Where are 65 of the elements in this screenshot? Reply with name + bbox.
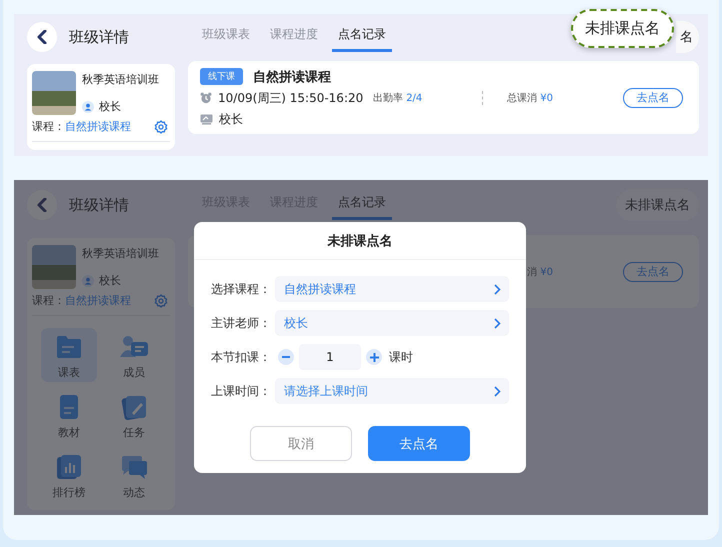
field-label: 本节扣课： xyxy=(211,348,272,366)
teacher-name: 校长 xyxy=(99,273,121,288)
unscheduled-rollcall-button[interactable]: 名 xyxy=(676,21,699,53)
attendance-text: 出勤率 2/4 xyxy=(373,92,424,105)
back-icon xyxy=(37,30,47,44)
select-field[interactable]: 请选择上课时间 xyxy=(275,378,509,404)
select-field[interactable]: 校长 xyxy=(275,310,509,336)
nav-item[interactable]: 课表 xyxy=(41,328,97,382)
quantity-field[interactable]: 1 xyxy=(299,344,361,370)
nav-item[interactable]: 成员 xyxy=(106,328,162,382)
highlight-callout[interactable]: 未排课点名 xyxy=(571,9,674,48)
person-icon xyxy=(82,274,94,286)
nav-item[interactable]: 动态 xyxy=(106,448,162,502)
cancel-button[interactable]: 取消 xyxy=(250,426,352,461)
course-label: 课程： xyxy=(32,119,65,134)
page-title: 班级详情 xyxy=(69,196,129,214)
course-link[interactable]: 自然拼读课程 xyxy=(65,293,131,308)
dialog-title: 未排课点名 xyxy=(194,222,526,260)
board-icon xyxy=(200,114,213,124)
folder-icon xyxy=(54,333,84,361)
class-name: 秋季英语培训班 xyxy=(82,72,159,87)
nav-item[interactable]: 排行榜 xyxy=(41,448,97,502)
consumption-text: 消 ¥0 xyxy=(527,266,553,278)
plus-button[interactable] xyxy=(366,349,382,365)
class-time: 10/09(周三) 15:50-16:20 xyxy=(218,90,364,106)
field-label: 上课时间： xyxy=(211,382,272,400)
page-title: 班级详情 xyxy=(69,28,129,46)
back-button[interactable] xyxy=(27,22,57,52)
class-name: 秋季英语培训班 xyxy=(82,246,159,261)
chevron-right-icon xyxy=(494,386,501,396)
plus-icon xyxy=(370,352,378,362)
person-icon xyxy=(82,100,94,112)
chevron-right-icon xyxy=(494,318,501,328)
confirm-button[interactable]: 去点名 xyxy=(368,426,470,461)
nav-item[interactable]: 教材 xyxy=(41,388,97,442)
teacher-name: 校长 xyxy=(99,99,121,114)
minus-icon xyxy=(282,356,290,358)
tab[interactable]: 班级课表 xyxy=(202,22,250,52)
field-label: 主讲老师： xyxy=(211,314,272,332)
minus-button[interactable] xyxy=(278,349,294,365)
tab[interactable]: 课程进度 xyxy=(270,22,318,52)
photo-placeholder xyxy=(32,71,76,115)
notebook-icon xyxy=(119,393,149,421)
back-icon xyxy=(37,198,47,212)
rollcall-button[interactable]: 去点名 xyxy=(623,262,683,282)
chat-icon xyxy=(119,453,149,481)
select-field[interactable]: 自然拼读课程 xyxy=(275,276,509,302)
chevron-right-icon xyxy=(494,284,501,294)
course-title: 自然拼读课程 xyxy=(253,68,331,86)
consumption-text: 总课消 ¥0 xyxy=(507,92,553,105)
unit-label: 课时 xyxy=(389,348,413,366)
course-label: 课程： xyxy=(32,293,65,308)
settings-icon[interactable] xyxy=(154,294,168,308)
chart-icon xyxy=(54,453,84,481)
tab[interactable]: 点名记录 xyxy=(332,22,392,52)
offline-tag: 线下课 xyxy=(200,68,243,85)
photo-placeholder xyxy=(32,245,76,289)
nav-item[interactable]: 任务 xyxy=(106,388,162,442)
rollcall-button[interactable]: 去点名 xyxy=(623,88,683,108)
settings-icon[interactable] xyxy=(154,120,168,134)
clock-icon xyxy=(200,92,212,104)
course-link[interactable]: 自然拼读课程 xyxy=(65,119,131,134)
unscheduled-rollcall-button[interactable]: 未排课点名 xyxy=(616,189,699,221)
teacher-name: 校长 xyxy=(219,110,243,128)
field-label: 选择课程： xyxy=(211,280,272,298)
